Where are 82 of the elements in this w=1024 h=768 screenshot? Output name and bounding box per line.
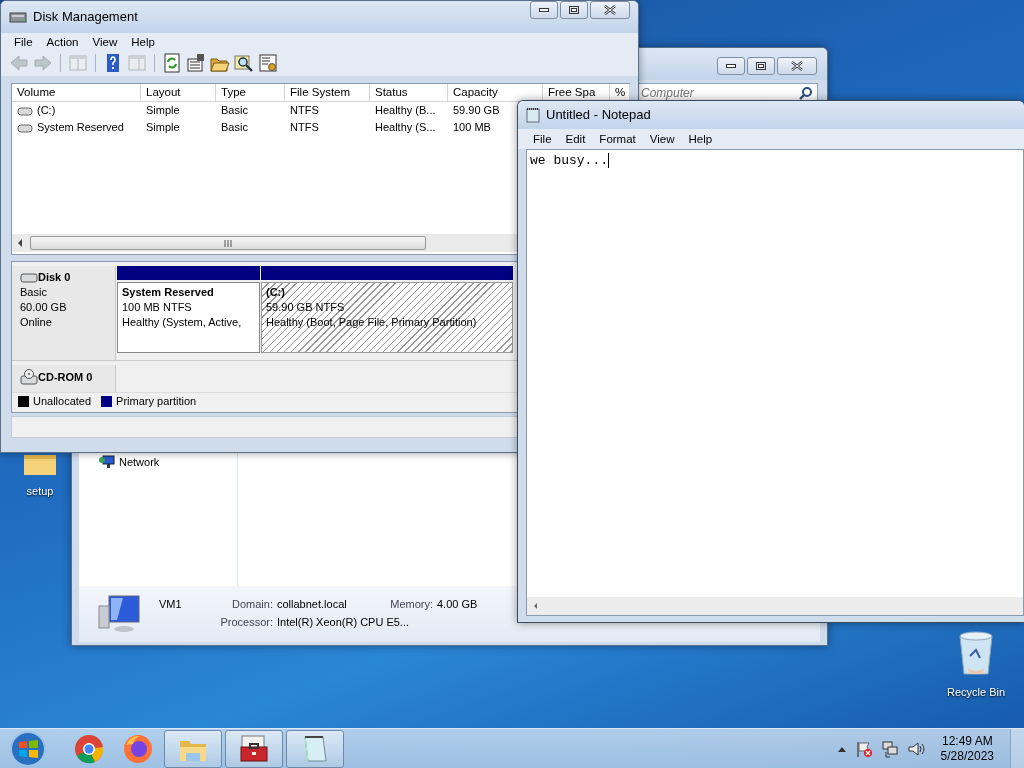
text-editor[interactable]: we busy... <box>530 153 608 168</box>
notepad-icon <box>526 107 540 123</box>
disk-name: Disk 0 <box>38 270 71 285</box>
partition[interactable]: System Reserved 100 MB NTFS Healthy (System, Active, <box>117 282 260 353</box>
search-icon[interactable] <box>799 86 813 100</box>
menu-item[interactable]: File <box>526 131 559 147</box>
horizontal-scrollbar[interactable] <box>527 597 1023 615</box>
maximize-button[interactable] <box>560 1 588 19</box>
close-icon <box>604 5 616 15</box>
magnifier-icon[interactable] <box>234 53 254 73</box>
desktop-icon-label[interactable]: setup <box>26 483 54 500</box>
close-button[interactable] <box>777 57 817 75</box>
table-cell-text: NTFS <box>290 103 319 119</box>
disk-name: CD-ROM 0 <box>38 369 93 385</box>
field-label: Memory: <box>389 597 433 612</box>
computer-name: VM1 <box>159 597 183 612</box>
desktop-icon-label[interactable]: Recycle Bin <box>946 684 1006 701</box>
field-label: Domain: <box>231 597 273 612</box>
disk-info: 60.00 GB <box>20 300 68 315</box>
menu-item[interactable]: View <box>85 33 125 50</box>
toolbox-icon <box>238 732 270 765</box>
legend-label: Primary partition <box>116 394 197 410</box>
table-cell-text: NTFS <box>290 120 319 136</box>
taskbar-button[interactable] <box>225 729 283 768</box>
maximize-icon <box>756 62 766 70</box>
menu-item[interactable]: View <box>642 131 682 147</box>
partition[interactable]: (C:) 59.90 GB NTFS Healthy (Boot, Page File, Primary Partition) <box>261 282 513 353</box>
drive-icon <box>17 122 33 133</box>
cd-drive-icon <box>20 369 38 385</box>
table-cell-text: (C:) <box>37 103 56 119</box>
properties-icon[interactable] <box>186 53 206 73</box>
table-cell-text: 100 MB <box>453 120 491 136</box>
close-button[interactable] <box>590 1 630 19</box>
action-center-icon[interactable] <box>854 739 873 758</box>
menu-item[interactable]: Edit <box>558 131 593 147</box>
close-icon <box>791 61 803 71</box>
volume-icon[interactable] <box>906 739 925 758</box>
table-cell-text: 59.90 GB <box>453 103 500 119</box>
recycle-bin-icon[interactable] <box>956 630 996 678</box>
minimize-button[interactable] <box>717 57 745 75</box>
computer-icon <box>97 594 141 634</box>
network-icon[interactable] <box>880 739 899 758</box>
menu-item[interactable]: Action <box>39 33 86 50</box>
browser-icon <box>122 732 154 765</box>
maximize-icon <box>569 6 579 14</box>
field-label: Processor: <box>219 615 273 630</box>
legend-label: Unallocated <box>33 394 92 410</box>
menu-item[interactable]: Help <box>124 33 162 50</box>
nav-item[interactable]: Network <box>119 453 160 470</box>
field-value: Intel(R) Xeon(R) CPU E5... <box>277 615 410 630</box>
window-title: Untitled - Notepad <box>546 106 651 125</box>
table-cell-text: Healthy (B... <box>375 103 436 119</box>
table-cell-text: Simple <box>146 120 180 136</box>
field-value: 4.00 GB <box>437 597 478 612</box>
table-cell-text: System Reserved <box>37 120 124 136</box>
menu-item[interactable]: Help <box>681 131 720 147</box>
table-cell-text: Healthy (S... <box>375 120 436 136</box>
drive-icon <box>17 105 33 116</box>
minimize-button[interactable] <box>530 1 558 19</box>
field-value: collabnet.local <box>277 597 347 612</box>
scroll-thumb[interactable] <box>30 236 426 250</box>
window-title: Disk Management <box>33 8 138 27</box>
network-icon <box>99 454 115 469</box>
table-cell-text: Basic <box>221 120 248 136</box>
horizontal-scrollbar[interactable] <box>12 234 517 252</box>
folder-icon[interactable] <box>22 455 58 477</box>
minimize-icon <box>726 64 736 68</box>
table-cell-text: Basic <box>221 103 248 119</box>
refresh-icon[interactable] <box>162 53 182 73</box>
browser-icon <box>73 732 105 765</box>
grip-icon <box>224 239 232 247</box>
maximize-button[interactable] <box>747 57 775 75</box>
clock[interactable]: 12:49 AM 5/28/2023 <box>932 733 1002 764</box>
menu-item[interactable]: Format <box>592 131 643 147</box>
minimize-icon <box>539 8 549 12</box>
disk-info: Online <box>20 315 53 330</box>
disk-info: Basic <box>20 285 48 300</box>
start-button[interactable] <box>8 728 48 768</box>
table-cell-text: Simple <box>146 103 180 119</box>
menu-item[interactable]: File <box>7 33 40 50</box>
text-cursor <box>608 153 609 169</box>
disk-drive-icon <box>9 9 27 25</box>
